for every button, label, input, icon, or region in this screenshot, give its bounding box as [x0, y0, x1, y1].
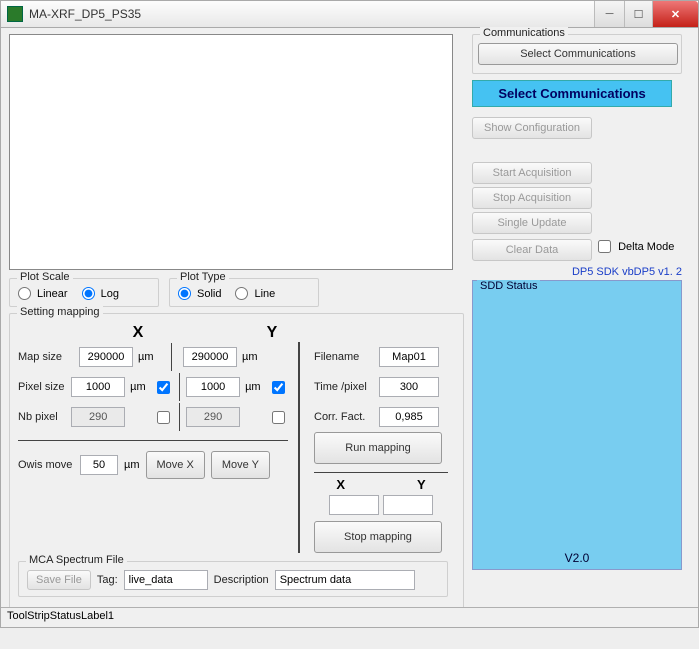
titlebar: MA-XRF_DP5_PS35 ─ ☐ ✕ — [0, 0, 699, 28]
pixelsize-x-check[interactable] — [157, 381, 170, 394]
description-input[interactable] — [275, 570, 415, 590]
clear-data-button[interactable]: Clear Data — [472, 239, 592, 261]
setting-mapping-group: Setting mapping X Y Map size µm µm — [9, 313, 464, 612]
window-title: MA-XRF_DP5_PS35 — [29, 7, 594, 21]
mca-group: MCA Spectrum File Save File Tag: Descrip… — [18, 561, 448, 597]
nbpixel-y-check[interactable] — [272, 411, 285, 424]
start-acquisition-button[interactable]: Start Acquisition — [472, 162, 592, 184]
pixelsize-y-input[interactable] — [186, 377, 240, 397]
maximize-button[interactable]: ☐ — [624, 1, 652, 27]
plot-type-group: Plot Type Solid Line — [169, 278, 319, 307]
stop-y-input[interactable] — [383, 495, 433, 515]
tag-input[interactable] — [124, 570, 208, 590]
stop-x-input[interactable] — [329, 495, 379, 515]
filename-input[interactable] — [379, 347, 439, 367]
radio-line[interactable]: Line — [235, 287, 275, 300]
y-header: Y — [226, 324, 318, 342]
pixelsize-x-input[interactable] — [71, 377, 125, 397]
radio-linear[interactable]: Linear — [18, 287, 68, 300]
status-bar: ToolStripStatusLabel1 — [1, 607, 698, 627]
corrfact-input[interactable] — [379, 407, 439, 427]
minimize-button[interactable]: ─ — [594, 1, 624, 27]
save-file-button[interactable]: Save File — [27, 570, 91, 590]
stop-acquisition-button[interactable]: Stop Acquisition — [472, 187, 592, 209]
mapsize-y-input[interactable] — [183, 347, 237, 367]
single-update-button[interactable]: Single Update — [472, 212, 592, 234]
stop-mapping-button[interactable]: Stop mapping — [314, 521, 442, 553]
communications-group: Communications Select Communications — [472, 34, 682, 74]
pixelsize-y-check[interactable] — [272, 381, 285, 394]
move-x-button[interactable]: Move X — [146, 451, 205, 479]
owis-input[interactable] — [80, 455, 118, 475]
app-icon — [7, 6, 23, 22]
sdk-link[interactable]: DP5 SDK vbDP5 v1. 2 — [472, 266, 682, 278]
sdd-version: V2.0 — [473, 551, 681, 565]
plot-area — [9, 34, 453, 270]
plot-scale-group: Plot Scale Linear Log — [9, 278, 159, 307]
nbpixel-y-input — [186, 407, 240, 427]
radio-log[interactable]: Log — [82, 287, 119, 300]
nbpixel-x-input — [71, 407, 125, 427]
show-configuration-button[interactable]: Show Configuration — [472, 117, 592, 139]
radio-solid[interactable]: Solid — [178, 287, 221, 300]
select-communications-button[interactable]: Select Communications — [478, 43, 678, 65]
sdd-status-panel: SDD Status V2.0 — [472, 280, 682, 570]
close-button[interactable]: ✕ — [652, 1, 698, 27]
x-header: X — [78, 324, 198, 342]
delta-mode-check[interactable]: Delta Mode — [595, 240, 674, 253]
mapsize-x-input[interactable] — [79, 347, 133, 367]
move-y-button[interactable]: Move Y — [211, 451, 270, 479]
run-mapping-button[interactable]: Run mapping — [314, 432, 442, 464]
nbpixel-x-check[interactable] — [157, 411, 170, 424]
select-communications-banner: Select Communications — [472, 80, 672, 107]
timepixel-input[interactable] — [379, 377, 439, 397]
